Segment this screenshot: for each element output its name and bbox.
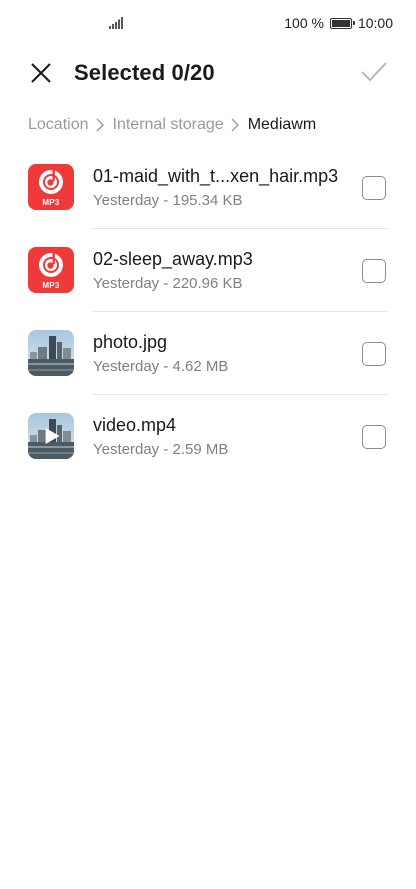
breadcrumb-mediawm: Mediawm — [247, 116, 317, 133]
file-item[interactable]: MP3 02-sleep_away.mp3 Yesterday - 220.96… — [0, 229, 416, 312]
file-name: 02-sleep_away.mp3 — [93, 249, 253, 269]
signal-icon — [109, 17, 123, 29]
battery-icon — [329, 17, 355, 29]
file-checkbox[interactable] — [362, 425, 386, 449]
file-name: 01-maid_with_t...xen_hair.mp3 — [93, 166, 339, 186]
mp3-badge: MP3 — [42, 281, 60, 290]
file-checkbox[interactable] — [362, 176, 386, 200]
battery-percentage: 100 % — [284, 15, 324, 31]
file-list: MP3 01-maid_with_t...xen_hair.mp3 Yester… — [0, 146, 416, 478]
mp3-file-icon: MP3 — [28, 164, 74, 210]
clock: 10:00 — [357, 15, 393, 31]
page-title: Selected 0/20 — [74, 60, 215, 85]
confirm-button[interactable] — [358, 56, 390, 88]
file-checkbox[interactable] — [362, 259, 386, 283]
mp3-file-icon: MP3 — [28, 247, 74, 293]
close-button[interactable] — [26, 58, 56, 88]
mp3-badge: MP3 — [42, 198, 60, 207]
file-checkbox[interactable] — [362, 342, 386, 366]
breadcrumb-internal-storage[interactable]: Internal storage — [113, 116, 224, 134]
video-thumbnail — [28, 413, 74, 459]
image-thumbnail — [28, 330, 74, 376]
file-item[interactable]: video.mp4 Yesterday - 2.59 MB — [0, 395, 416, 478]
checkmark-icon — [361, 62, 387, 82]
file-item[interactable]: photo.jpg Yesterday - 4.62 MB — [0, 312, 416, 395]
file-item[interactable]: MP3 01-maid_with_t...xen_hair.mp3 Yester… — [0, 146, 416, 229]
file-meta: Yesterday - 4.62 MB — [93, 358, 229, 375]
file-meta: Yesterday - 220.96 KB — [93, 275, 243, 292]
header: Selected 0/20 — [0, 48, 416, 98]
file-meta: Yesterday - 195.34 KB — [93, 192, 243, 209]
status-bar: 100 % 10:00 — [0, 0, 416, 48]
status-right: 100 % 10:00 — [284, 15, 393, 31]
chevron-right-icon — [229, 118, 243, 132]
close-icon — [31, 63, 51, 83]
file-name: video.mp4 — [93, 415, 177, 435]
chevron-right-icon — [94, 118, 108, 132]
breadcrumb: Location Internal storage Mediawm — [28, 116, 316, 134]
file-meta: Yesterday - 2.59 MB — [93, 441, 229, 458]
file-name: photo.jpg — [93, 332, 168, 352]
breadcrumb-location[interactable]: Location — [28, 116, 89, 134]
play-icon — [45, 428, 60, 444]
